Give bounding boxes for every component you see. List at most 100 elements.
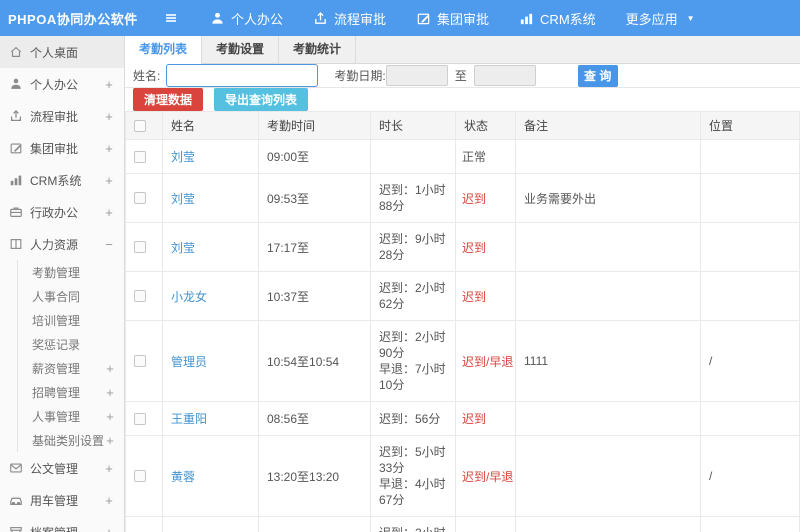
cell-attendance-time: 09:00至 [258,139,371,174]
row-checkbox[interactable] [134,241,146,253]
row-checkbox[interactable] [134,290,146,302]
sidebar-item-label: 集团审批 [30,141,79,156]
duration-line: 早退：4小时67分 [379,477,446,507]
sidebar-item-label: 行政办公 [30,205,79,220]
expander-icon[interactable]: + [104,385,116,400]
date-to-input[interactable] [473,65,536,86]
sidebar-item-personal-office[interactable]: 个人办公 + [0,68,124,100]
flow-icon [9,109,23,123]
cell-checkbox [125,271,163,321]
cell-checkbox [125,222,163,272]
row-checkbox[interactable] [134,192,146,204]
sidebar-item-training-mgmt[interactable]: 培训管理 [18,308,124,332]
expander-icon[interactable]: + [104,361,116,376]
sidebar-item-document-mgmt[interactable]: 公文管理 + [0,452,124,484]
top-bar: PHPOA协同办公软件 个人办公 流程审批 集团审批 CRM系统 更多应用 ▼ [0,0,800,36]
sidebar-item-workflow-approval[interactable]: 流程审批 + [0,100,124,132]
topnav-item-more-apps[interactable]: 更多应用 ▼ [626,9,695,28]
duration-line: 迟到：1小时88分 [379,183,446,213]
cell-location: / [700,320,800,402]
cell-duration: 迟到：5小时33分 早退：4小时67分 [370,435,456,517]
sidebar-item-reward-records[interactable]: 奖惩记录 [18,332,124,356]
expander-icon[interactable]: + [103,109,115,124]
row-checkbox[interactable] [134,355,146,367]
employee-name-link[interactable]: 刘莹 [171,241,195,255]
name-input[interactable] [166,64,319,87]
topnav-item-group-approval[interactable]: 集团审批 [416,9,489,28]
sidebar-item-archive-mgmt[interactable]: 档案管理+ [0,516,124,532]
query-button[interactable]: 查 询 [577,64,618,87]
sidebar-item-base-type-config[interactable]: 基础类别设置 + [18,428,124,452]
duration-line: 迟到：9小时28分 [379,232,446,262]
attendance-date-label: 考勤日期: [334,69,386,83]
col-location: 位置 [700,111,800,140]
hamburger-menu-button[interactable] [160,7,182,29]
expander-icon[interactable]: + [103,141,115,156]
status-badge: 迟到 [462,289,487,304]
cell-note [515,516,701,532]
employee-name-link[interactable]: 刘莹 [171,150,195,164]
select-all-checkbox[interactable] [134,119,146,132]
sidebar-item-admin-office[interactable]: 行政办公 + [0,196,124,228]
cell-status: 迟到 [455,271,516,321]
expander-icon[interactable]: + [103,525,115,532]
cell-checkbox [125,173,163,223]
employee-name-link[interactable]: 管理员 [171,355,207,369]
sidebar-submenu: 考勤管理 人事合同 培训管理 奖惩记录 薪资管理 + 招聘管理 + 人事管理 + 基础类别设置 + [17,260,124,452]
sidebar-item-vehicle-mgmt[interactable]: 用车管理 + [0,484,124,516]
cell-name: 管理员 [162,320,259,402]
employee-name-link[interactable]: 王重阳 [171,412,207,426]
cell-duration: 迟到：1小时88分 [370,173,456,223]
expander-icon[interactable]: + [103,461,115,476]
row-checkbox[interactable] [134,150,146,163]
topnav-label: 集团审批 [437,11,490,27]
row-checkbox[interactable] [134,470,146,482]
chevron-down-icon: ▼ [686,13,695,23]
employee-name-link[interactable]: 黄蓉 [171,470,195,484]
user-icon [210,11,225,26]
expander-icon[interactable]: + [103,77,115,92]
cell-location [700,271,800,321]
date-from-input[interactable] [385,65,448,86]
sidebar-item-group-approval[interactable]: 集团审批 + [0,132,124,164]
expander-icon[interactable]: + [103,173,115,188]
table-row: 黄蓉 13:20至13:20 迟到：5小时33分 早退：4小时67分 迟到/早退 / [125,435,800,517]
cell-name: 小龙女 [162,271,259,321]
tab-attendance-list[interactable]: 考勤列表 [125,36,203,64]
table-row: 王重阳 08:56至 迟到：56分 迟到 [125,401,800,436]
expander-icon[interactable]: + [103,205,115,220]
col-attendance-time: 考勤时间 [258,111,371,140]
action-buttons: 清理数据 导出查询列表 [125,88,800,111]
topnav-item-personal-office[interactable]: 个人办公 [210,9,283,28]
sidebar-item-hr-contract[interactable]: 人事合同 [18,284,124,308]
sidebar-item-crm-system[interactable]: CRM系统 + [0,164,124,196]
cell-status: 迟到 [455,401,516,436]
clean-data-button[interactable]: 清理数据 [133,88,204,111]
cell-name: 王重阳 [162,401,259,436]
table-row: 王重阳10:02至迟到：2小时03分 迟到 [125,516,800,532]
export-list-button[interactable]: 导出查询列表 [214,88,309,111]
row-checkbox[interactable] [134,412,146,425]
sidebar-item-label: 个人办公 [30,77,79,92]
cell-note [515,222,701,272]
employee-name-link[interactable]: 小龙女 [171,290,207,304]
sidebar-item-salary-mgmt[interactable]: 薪资管理 + [18,356,124,380]
employee-name-link[interactable]: 刘莹 [171,192,195,206]
sidebar-item-personal-desktop[interactable]: 个人桌面 [0,36,124,68]
expander-icon[interactable]: + [104,409,116,424]
tab-attendance-settings[interactable]: 考勤设置 [202,36,280,63]
col-note: 备注 [515,111,701,140]
tab-attendance-stats[interactable]: 考勤统计 [279,36,357,63]
topnav-item-workflow-approval[interactable]: 流程审批 [313,9,386,28]
sidebar-item-recruit-mgmt[interactable]: 招聘管理 + [18,380,124,404]
expander-icon[interactable]: + [104,433,116,448]
cell-duration: 迟到：2小时03分 [370,516,456,532]
sidebar-item-attendance-mgmt[interactable]: 考勤管理 [18,260,124,284]
expander-icon[interactable]: − [103,237,115,252]
expander-icon[interactable]: + [103,493,115,508]
cell-status: 迟到/早退 [455,435,516,517]
topnav-item-crm-system[interactable]: CRM系统 [519,9,596,28]
table-row: 小龙女 10:37至 迟到：2小时62分 迟到 [125,271,800,321]
sidebar-item-personnel-mgmt[interactable]: 人事管理 + [18,404,124,428]
sidebar-item-human-resources[interactable]: 人力资源 − [0,228,124,260]
